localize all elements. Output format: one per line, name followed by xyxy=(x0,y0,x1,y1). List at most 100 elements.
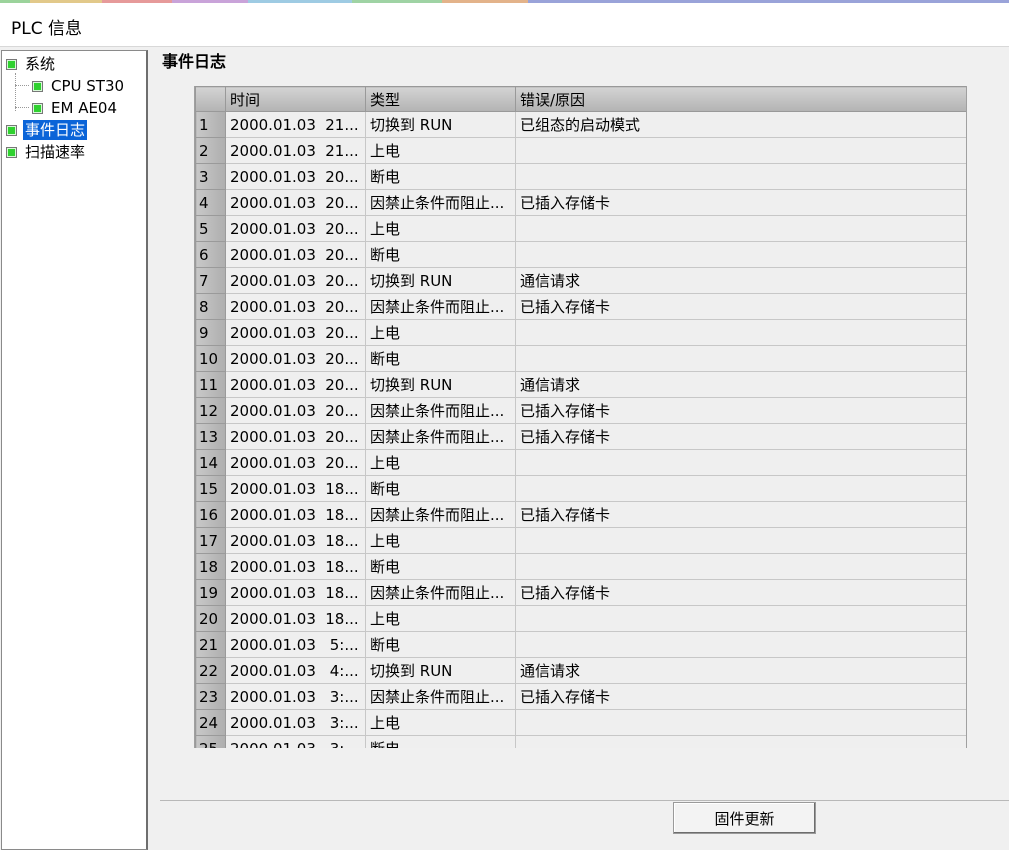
cell-type: 断电 xyxy=(365,735,516,748)
cell-date: 2000.01.03 xyxy=(230,427,316,446)
tree-item-event-log[interactable]: 事件日志 xyxy=(6,119,88,141)
cell-reason: 已组态的启动模式 xyxy=(515,111,966,138)
node-status-icon xyxy=(32,102,43,114)
cell-reason xyxy=(515,163,966,190)
table-row[interactable]: 24 2000.01.03 3:... 上电 xyxy=(195,709,966,736)
event-log-table[interactable]: 时间 类型 错误/原因 1 2000.01.03 21... 切换到 RUN 已组态的… xyxy=(194,86,967,748)
tree-item-scan-rate[interactable]: 扫描速率 xyxy=(6,141,87,163)
cell-type: 因禁止条件而阻止... xyxy=(365,501,516,528)
cell-clock: 20... xyxy=(325,349,359,368)
page-title: 事件日志 xyxy=(162,52,227,71)
cell-reason xyxy=(515,137,966,164)
table-row[interactable]: 19 2000.01.03 18... 因禁止条件而阻止... 已插入存储卡 xyxy=(195,579,966,606)
row-number: 13 xyxy=(195,423,226,450)
column-header-reason[interactable]: 错误/原因 xyxy=(515,86,966,112)
table-row[interactable]: 21 2000.01.03 5:... 断电 xyxy=(195,631,966,658)
row-number: 3 xyxy=(195,163,226,190)
row-number: 14 xyxy=(195,449,226,476)
table-row[interactable]: 17 2000.01.03 18... 上电 xyxy=(195,527,966,554)
table-row[interactable]: 15 2000.01.03 18... 断电 xyxy=(195,475,966,502)
cell-type: 因禁止条件而阻止... xyxy=(365,423,516,450)
row-number: 12 xyxy=(195,397,226,424)
cell-reason xyxy=(515,709,966,736)
cell-date: 2000.01.03 xyxy=(230,219,316,238)
firmware-update-button[interactable]: 固件更新 xyxy=(673,802,816,834)
cell-time: 2000.01.03 20... xyxy=(225,423,366,450)
table-row[interactable]: 7 2000.01.03 20... 切换到 RUN 通信请求 xyxy=(195,267,966,294)
divider xyxy=(160,800,1009,801)
cell-date: 2000.01.03 xyxy=(230,505,316,524)
cell-clock: 20... xyxy=(325,427,359,446)
cell-time: 2000.01.03 20... xyxy=(225,163,366,190)
table-row[interactable]: 16 2000.01.03 18... 因禁止条件而阻止... 已插入存储卡 xyxy=(195,501,966,528)
cell-reason: 通信请求 xyxy=(515,657,966,684)
table-row[interactable]: 10 2000.01.03 20... 断电 xyxy=(195,345,966,372)
header-corner[interactable] xyxy=(195,86,226,112)
cell-date: 2000.01.03 xyxy=(230,740,316,749)
cell-date: 2000.01.03 xyxy=(230,609,316,628)
cell-type: 切换到 RUN xyxy=(365,657,516,684)
table-row[interactable]: 252000.01.03 3:...断电 xyxy=(195,735,966,749)
table-row[interactable]: 8 2000.01.03 20... 因禁止条件而阻止... 已插入存储卡 xyxy=(195,293,966,320)
table-row[interactable]: 6 2000.01.03 20... 断电 xyxy=(195,241,966,268)
cell-time: 2000.01.03 20... xyxy=(225,397,366,424)
cell-type: 上电 xyxy=(365,319,516,346)
cell-time: 2000.01.03 21... xyxy=(225,137,366,164)
table-row[interactable]: 14 2000.01.03 20... 上电 xyxy=(195,449,966,476)
row-number: 5 xyxy=(195,215,226,242)
cell-time: 2000.01.03 3:... xyxy=(225,683,366,710)
cell-reason xyxy=(515,241,966,268)
table-row[interactable]: 20 2000.01.03 18... 上电 xyxy=(195,605,966,632)
row-number: 15 xyxy=(195,475,226,502)
row-number: 25 xyxy=(195,735,226,748)
cell-type: 因禁止条件而阻止... xyxy=(365,397,516,424)
cell-reason xyxy=(515,345,966,372)
table-row[interactable]: 12 2000.01.03 20... 因禁止条件而阻止... 已插入存储卡 xyxy=(195,397,966,424)
cell-date: 2000.01.03 xyxy=(230,531,316,550)
table-row[interactable]: 18 2000.01.03 18... 断电 xyxy=(195,553,966,580)
cell-type: 因禁止条件而阻止... xyxy=(365,189,516,216)
tree-item-em-ae04[interactable]: EM AE04 xyxy=(32,97,119,119)
cell-type: 切换到 RUN xyxy=(365,111,516,138)
row-number: 9 xyxy=(195,319,226,346)
row-number: 4 xyxy=(195,189,226,216)
cell-date: 2000.01.03 xyxy=(230,297,316,316)
cell-time: 2000.01.03 20... xyxy=(225,345,366,372)
cell-reason: 已插入存储卡 xyxy=(515,683,966,710)
cell-clock: 4:... xyxy=(329,661,359,680)
column-header-type[interactable]: 类型 xyxy=(365,86,516,112)
tree-item-system[interactable]: 系统 xyxy=(6,53,57,75)
table-row[interactable]: 23 2000.01.03 3:... 因禁止条件而阻止... 已插入存储卡 xyxy=(195,683,966,710)
cell-type: 因禁止条件而阻止... xyxy=(365,683,516,710)
cell-date: 2000.01.03 xyxy=(230,349,316,368)
cell-type: 上电 xyxy=(365,137,516,164)
table-row[interactable]: 11 2000.01.03 20... 切换到 RUN 通信请求 xyxy=(195,371,966,398)
cell-type: 断电 xyxy=(365,345,516,372)
cell-time: 2000.01.03 18... xyxy=(225,605,366,632)
table-row[interactable]: 4 2000.01.03 20... 因禁止条件而阻止... 已插入存储卡 xyxy=(195,189,966,216)
cell-clock: 18... xyxy=(325,505,359,524)
navigation-tree[interactable]: 系统 CPU ST30 EM AE04 事件日志 扫描速率 xyxy=(1,50,148,850)
table-row[interactable]: 22 2000.01.03 4:... 切换到 RUN 通信请求 xyxy=(195,657,966,684)
table-row[interactable]: 13 2000.01.03 20... 因禁止条件而阻止... 已插入存储卡 xyxy=(195,423,966,450)
table-row[interactable]: 1 2000.01.03 21... 切换到 RUN 已组态的启动模式 xyxy=(195,111,966,138)
cell-type: 因禁止条件而阻止... xyxy=(365,579,516,606)
window-title: PLC 信息 xyxy=(11,19,82,39)
table-row[interactable]: 3 2000.01.03 20... 断电 xyxy=(195,163,966,190)
cell-clock: 18... xyxy=(325,583,359,602)
cell-clock: 20... xyxy=(325,375,359,394)
table-row[interactable]: 5 2000.01.03 20... 上电 xyxy=(195,215,966,242)
cell-date: 2000.01.03 xyxy=(230,479,316,498)
cell-date: 2000.01.03 xyxy=(230,167,316,186)
row-number: 1 xyxy=(195,111,226,138)
cell-clock: 18... xyxy=(325,531,359,550)
tree-item-cpu-st30[interactable]: CPU ST30 xyxy=(32,75,126,97)
column-header-time[interactable]: 时间 xyxy=(225,86,366,112)
cell-time: 2000.01.03 20... xyxy=(225,449,366,476)
cell-time: 2000.01.03 18... xyxy=(225,579,366,606)
row-number: 11 xyxy=(195,371,226,398)
cell-date: 2000.01.03 xyxy=(230,115,316,134)
row-number: 20 xyxy=(195,605,226,632)
table-row[interactable]: 2 2000.01.03 21... 上电 xyxy=(195,137,966,164)
table-row[interactable]: 9 2000.01.03 20... 上电 xyxy=(195,319,966,346)
